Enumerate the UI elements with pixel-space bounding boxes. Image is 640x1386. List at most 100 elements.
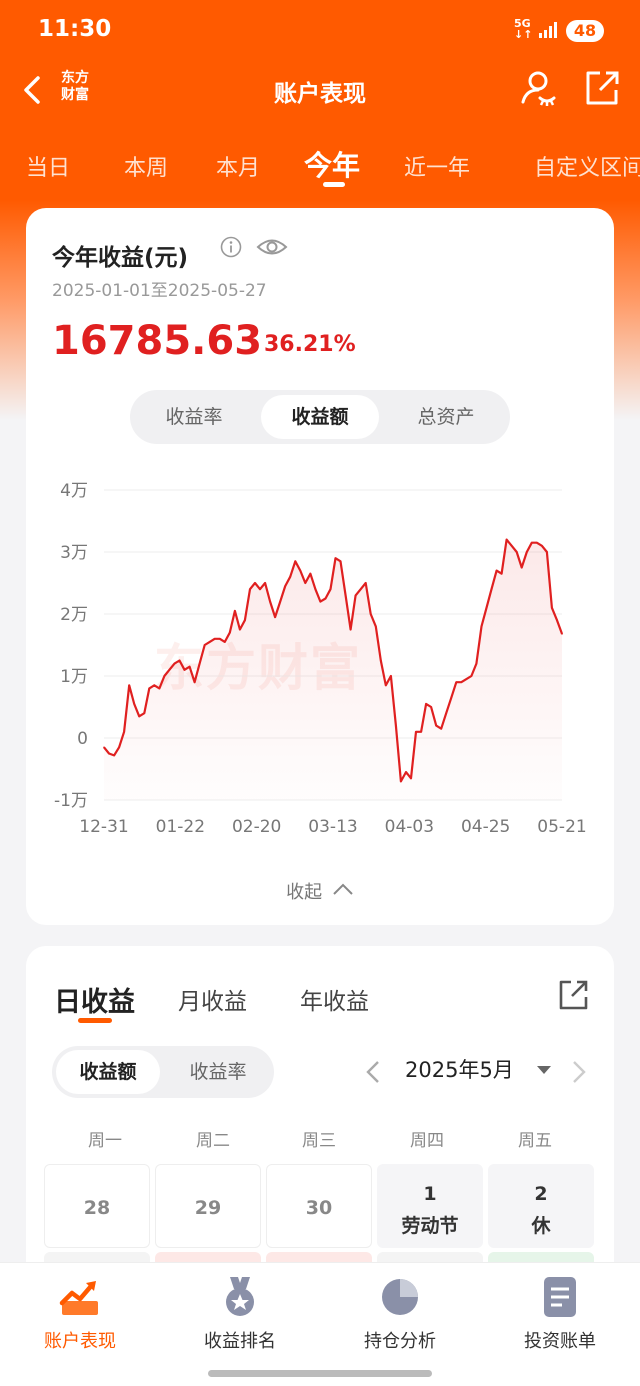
- profit-summary-card: 今年收益(元) 2025-01-01至2025-05-27 16785.63 3…: [26, 208, 614, 925]
- calendar-day[interactable]: 1 劳动节: [377, 1164, 483, 1248]
- data-point: [173, 662, 176, 665]
- data-point: [324, 597, 327, 600]
- tab-last-year[interactable]: 近一年: [404, 150, 470, 182]
- data-point: [188, 665, 191, 668]
- data-point: [500, 572, 503, 575]
- data-point: [203, 644, 206, 646]
- x-tick-label: 05-21: [537, 817, 586, 837]
- x-tick-label: 04-03: [385, 817, 434, 837]
- data-point: [536, 541, 538, 544]
- data-point: [138, 715, 141, 718]
- data-point: [148, 687, 151, 690]
- data-point: [249, 588, 251, 590]
- segment-amount[interactable]: 收益额: [56, 1050, 160, 1094]
- calendar-day-next-row: [155, 1252, 261, 1262]
- data-point: [163, 675, 166, 677]
- data-point: [264, 582, 266, 584]
- data-point: [329, 588, 332, 590]
- data-point: [118, 746, 120, 749]
- metric-segmented-control: 收益率 收益额 总资产: [130, 390, 510, 444]
- chevron-left-icon[interactable]: [364, 1058, 382, 1086]
- data-point: [485, 607, 488, 609]
- segment-return-rate[interactable]: 收益率: [135, 395, 253, 439]
- tab-this-month[interactable]: 本月: [216, 150, 260, 182]
- weekday-label: 周一: [88, 1131, 122, 1151]
- x-tick-label: 04-25: [461, 817, 510, 837]
- date-range: 2025-01-01至2025-05-27: [52, 281, 267, 301]
- data-point: [269, 600, 271, 603]
- data-point: [420, 731, 422, 733]
- day-number: 1: [423, 1183, 437, 1205]
- summary-title: 今年收益(元): [52, 245, 189, 271]
- segment-total-assets[interactable]: 总资产: [387, 395, 505, 439]
- nav-account-performance[interactable]: 账户表现: [0, 1263, 160, 1363]
- data-point: [339, 560, 342, 563]
- calendar-day[interactable]: 29: [155, 1164, 261, 1248]
- data-point: [234, 610, 236, 612]
- profit-chart[interactable]: 4万 3万 2万 1万 0 -1万 12-31 01-22 02-20 03-13 04-03 04-…: [26, 468, 614, 848]
- data-point: [344, 594, 347, 597]
- eye-icon[interactable]: [256, 234, 288, 260]
- signal-icon: [539, 22, 557, 38]
- status-bar: 11:30 5G ↓↑ 48: [0, 0, 640, 60]
- chevron-right-icon[interactable]: [570, 1058, 588, 1086]
- collapse-toggle[interactable]: 收起: [26, 878, 614, 904]
- data-point: [319, 600, 322, 603]
- data-point: [274, 616, 276, 618]
- data-point: [239, 628, 241, 631]
- data-point: [143, 712, 146, 714]
- weekday-label: 周五: [518, 1131, 552, 1151]
- data-point: [405, 771, 407, 773]
- data-point: [455, 681, 458, 683]
- tab-this-year[interactable]: 今年: [304, 144, 360, 184]
- calendar-day[interactable]: 30: [266, 1164, 372, 1248]
- data-point: [520, 566, 523, 569]
- tab-daily-profit[interactable]: 日收益: [54, 980, 135, 1019]
- data-point: [304, 582, 307, 584]
- battery-indicator: 48: [566, 20, 604, 42]
- data-point: [450, 696, 453, 699]
- nav-investment-statement[interactable]: 投资账单: [480, 1263, 640, 1363]
- data-point: [279, 600, 281, 603]
- share-icon[interactable]: [582, 68, 622, 108]
- profit-amount: 16785.63: [52, 318, 263, 364]
- data-point: [525, 551, 528, 553]
- data-point: [505, 538, 508, 541]
- tab-custom-range[interactable]: 自定义区间: [534, 150, 640, 182]
- export-icon[interactable]: [556, 978, 590, 1012]
- status-time: 11:30: [38, 16, 112, 42]
- day-number: 30: [305, 1197, 333, 1219]
- data-point: [349, 628, 352, 631]
- data-point: [510, 545, 513, 547]
- y-tick-label: 2万: [60, 605, 88, 625]
- segment-rate[interactable]: 收益率: [166, 1050, 270, 1094]
- nav-holdings-analysis[interactable]: 持仓分析: [320, 1263, 480, 1363]
- data-point: [465, 678, 468, 680]
- data-point: [460, 681, 463, 683]
- info-icon[interactable]: [220, 236, 242, 258]
- caret-down-icon[interactable]: [536, 1064, 552, 1076]
- tab-today[interactable]: 当日: [26, 150, 70, 182]
- segment-profit-amount[interactable]: 收益额: [261, 395, 379, 439]
- data-point: [218, 638, 221, 640]
- chevron-up-icon: [333, 883, 353, 895]
- medal-icon: [226, 1277, 254, 1316]
- data-point: [546, 551, 548, 553]
- privacy-user-icon[interactable]: [518, 68, 558, 108]
- document-icon: [544, 1277, 576, 1317]
- nav-profit-ranking[interactable]: 收益排名: [160, 1263, 320, 1363]
- y-tick-label: 0: [77, 729, 88, 749]
- calendar-day[interactable]: 2 休: [488, 1164, 594, 1248]
- tab-monthly-profit[interactable]: 月收益: [178, 982, 247, 1016]
- period-tabs: 当日 本周 本月 今年 近一年 自定义区间: [0, 140, 640, 200]
- month-label[interactable]: 2025年5月: [405, 1054, 514, 1084]
- data-point: [208, 641, 211, 643]
- data-point: [103, 746, 105, 749]
- tab-this-week[interactable]: 本周: [124, 150, 168, 182]
- calendar-day[interactable]: 28: [44, 1164, 150, 1248]
- tab-yearly-profit[interactable]: 年收益: [300, 982, 369, 1016]
- data-point: [380, 659, 382, 662]
- data-point: [490, 588, 493, 590]
- x-tick-label: 01-22: [156, 817, 205, 837]
- data-point: [259, 588, 261, 590]
